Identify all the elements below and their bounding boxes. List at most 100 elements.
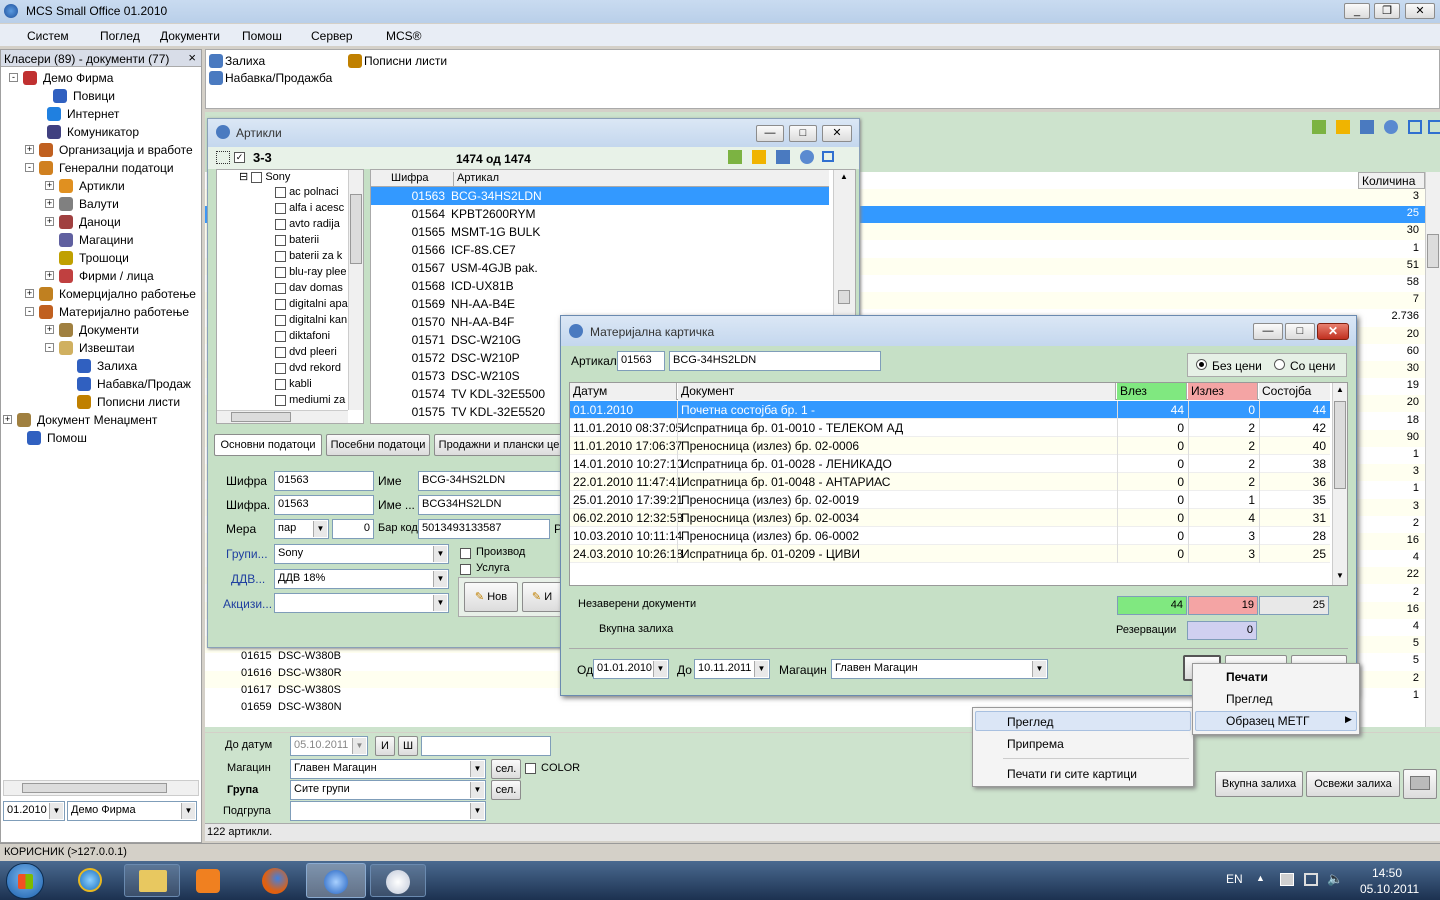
group-tree-item[interactable]: ac polnaci — [275, 186, 355, 202]
tree-item[interactable]: + Документи — [3, 321, 199, 339]
find-article-icon[interactable] — [800, 150, 814, 164]
tree-item[interactable]: - Материјално работење — [3, 303, 199, 321]
group-tree-item[interactable]: kabli — [275, 378, 355, 394]
article-row[interactable]: 01565 MSMT-1G BULK — [371, 223, 829, 241]
group-item-checkbox[interactable] — [275, 282, 286, 294]
left-panel-close-icon[interactable]: × — [188, 50, 196, 65]
articles-maximize[interactable]: □ — [789, 125, 817, 142]
expand-icon[interactable]: + — [25, 145, 34, 154]
article-row[interactable]: 01563 BCG-34HS2LDN — [371, 187, 829, 205]
grupi-link[interactable]: Групи... — [226, 547, 268, 561]
menu-mcs[interactable]: MCS® — [386, 29, 422, 43]
card-code-field[interactable]: 01563 — [617, 351, 665, 371]
group-tree-item[interactable]: digitalni apa — [275, 298, 355, 314]
card-row[interactable]: 24.03.2010 10:26:18 Испратница бр. 01-020… — [570, 545, 1330, 563]
group-item-checkbox[interactable] — [275, 330, 286, 342]
group-item-checkbox[interactable] — [275, 298, 286, 310]
group-tree-item[interactable]: mediumi za — [275, 394, 355, 410]
grupa-sel-button[interactable]: сел. — [491, 780, 521, 800]
expand-icon[interactable]: + — [45, 271, 54, 280]
od-date-field[interactable]: 01.01.2010 ▼ — [593, 659, 669, 679]
group-tree-item[interactable]: alfa i acesc — [275, 202, 355, 218]
tree-item[interactable]: - Генерални податоци — [3, 159, 199, 177]
tree-item[interactable]: Трошоци — [3, 249, 199, 267]
ime-field[interactable]: BCG-34HS2LDN — [418, 471, 563, 491]
card-row[interactable]: 14.01.2010 10:27:10 Испратница бр. 01-002… — [570, 455, 1330, 473]
edit-pencil-icon[interactable] — [1360, 120, 1374, 134]
menu-server[interactable]: Сервер — [311, 29, 353, 43]
group-tree-item[interactable]: avto radija — [275, 218, 355, 234]
group-tree-item[interactable]: dav domas — [275, 282, 355, 298]
menu-pregled1-item[interactable]: Преглед — [1226, 692, 1273, 706]
tree-item[interactable]: + Валути — [3, 195, 199, 213]
minimize-button[interactable]: _ — [1344, 3, 1370, 19]
tray-network-icon[interactable] — [1304, 873, 1318, 886]
tree-item[interactable]: - Демо Фирма — [3, 69, 199, 87]
taskbar-paint[interactable] — [370, 864, 426, 897]
tree-item[interactable]: Интернет — [3, 105, 199, 123]
group-tree-item[interactable]: diktafoni — [275, 330, 355, 346]
card-magacin-select[interactable]: Главен Магацин ▼ — [831, 659, 1048, 679]
taskbar-mcs[interactable] — [306, 863, 366, 898]
card-name-field[interactable]: BCG-34HS2LDN — [669, 351, 881, 371]
expand-icon[interactable]: + — [45, 199, 54, 208]
radio-so-ceni[interactable] — [1274, 359, 1285, 370]
group-item-checkbox[interactable] — [275, 202, 286, 214]
card-close[interactable]: ✕ — [1317, 323, 1349, 340]
taskbar-ie[interactable] — [68, 864, 114, 897]
article-row[interactable]: 01569 NH-AA-B4E — [371, 295, 829, 313]
menu-pomosh[interactable]: Помош — [242, 29, 282, 43]
group-item-checkbox[interactable] — [275, 314, 286, 326]
tab-posebni[interactable]: Посебни податоци — [326, 434, 430, 456]
tray-arrow-icon[interactable]: ▲ — [1256, 873, 1265, 883]
group-item-checkbox[interactable] — [275, 362, 286, 374]
i-edit-button[interactable]: ✎ И — [522, 582, 562, 612]
group-item-checkbox[interactable] — [275, 250, 286, 262]
bg-article-row[interactable]: 01617 DSC-W380S — [205, 683, 555, 700]
do-date-field[interactable]: 10.11.2011 ▼ — [694, 659, 770, 679]
zaliha-vscroll[interactable] — [1425, 172, 1440, 727]
tray-volume-icon[interactable]: 🔈 — [1327, 871, 1343, 887]
taskbar-media[interactable] — [184, 864, 234, 897]
grupa-select[interactable]: Сите групи ▼ — [290, 780, 486, 800]
article-row[interactable]: 01567 USM-4GJB pak. — [371, 259, 829, 277]
group-tree-item[interactable]: dvd rekord — [275, 362, 355, 378]
taskbar-explorer[interactable] — [124, 864, 180, 897]
vkupna-zaliha-button[interactable]: Вкупна залиха — [1215, 771, 1303, 797]
card-row[interactable]: 06.02.2010 12:32:58 Преносница (излез) бр… — [570, 509, 1330, 527]
nabavka-link[interactable]: Набавка/Продажба — [225, 71, 332, 85]
group-tree-item[interactable]: baterii — [275, 234, 355, 250]
proizvod-checkbox[interactable] — [460, 548, 471, 559]
window-article-icon[interactable] — [822, 151, 834, 162]
menu-pogled[interactable]: Поглед — [100, 29, 140, 43]
card-row[interactable]: 11.01.2010 17:06:37 Преносница (излез) бр… — [570, 437, 1330, 455]
group-item-checkbox[interactable] — [275, 266, 286, 278]
akcizi-select[interactable]: ▼ — [274, 593, 449, 613]
ddv-select[interactable]: ДДВ 18% ▼ — [274, 569, 449, 589]
articles-close[interactable]: ✕ — [822, 125, 852, 142]
clock-time[interactable]: 14:50 — [1372, 866, 1402, 880]
menu-pechati-site-item[interactable]: Печати ги сите картици — [1007, 767, 1137, 781]
tree-item[interactable]: Помош — [3, 429, 199, 447]
new-article-icon[interactable] — [728, 150, 742, 164]
taskbar-firefox[interactable] — [250, 864, 300, 897]
group-item-checkbox[interactable] — [275, 218, 286, 230]
printer-button[interactable] — [1403, 769, 1437, 799]
edit-article-icon[interactable] — [776, 150, 790, 164]
group-tree-item[interactable]: dvd pleeri — [275, 346, 355, 362]
card-maximize[interactable]: □ — [1285, 323, 1315, 340]
usluga-checkbox[interactable] — [460, 564, 471, 575]
card-row[interactable]: 22.01.2010 11:47:41 Испратница бр. 01-004… — [570, 473, 1330, 491]
open-folder-icon[interactable] — [1336, 120, 1350, 134]
sifra2-field[interactable]: 01563 — [274, 495, 374, 515]
close-panel-icon[interactable] — [1428, 120, 1440, 134]
group-item-checkbox[interactable] — [275, 394, 286, 406]
tree-item[interactable]: + Артикли — [3, 177, 199, 195]
tree-item[interactable]: Залиха — [3, 357, 199, 375]
tree-item[interactable]: Комуникатор — [3, 123, 199, 141]
do-datum-field[interactable]: 05.10.2011 ▼ — [290, 736, 368, 756]
group-item-checkbox[interactable] — [275, 346, 286, 358]
card-grid-vscroll[interactable]: ▲ ▼ — [1332, 383, 1347, 585]
restore-button[interactable]: ❐ — [1374, 3, 1400, 19]
tree-item[interactable]: Магацини — [3, 231, 199, 249]
